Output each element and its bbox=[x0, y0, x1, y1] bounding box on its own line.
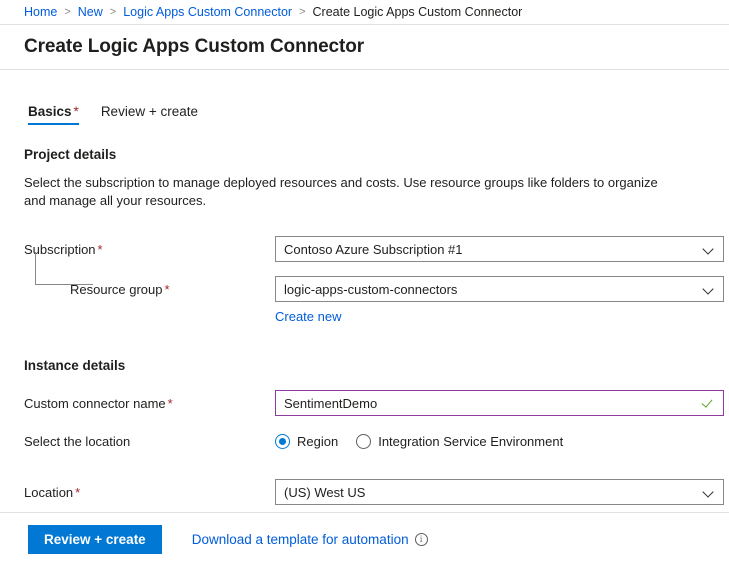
location-control: (US) West US bbox=[275, 479, 724, 505]
location-required-marker: * bbox=[75, 485, 80, 500]
resource-group-row: Resource group* logic-apps-custom-connec… bbox=[24, 276, 719, 302]
resource-group-control: logic-apps-custom-connectors bbox=[275, 276, 724, 302]
location-selected-value: (US) West US bbox=[284, 485, 697, 500]
breadcrumb-item-home[interactable]: Home bbox=[24, 5, 57, 19]
tab-list: Basics* Review + create bbox=[0, 98, 729, 125]
location-select[interactable]: (US) West US bbox=[275, 479, 724, 505]
radio-option-ise-label: Integration Service Environment bbox=[378, 434, 563, 449]
tab-basics[interactable]: Basics* bbox=[28, 104, 79, 125]
resource-group-label-text: Resource group bbox=[70, 282, 163, 297]
action-bar: Review + create Download a template for … bbox=[0, 512, 729, 565]
project-details-heading: Project details bbox=[24, 147, 719, 162]
radio-unselected-icon bbox=[356, 434, 371, 449]
valid-check-icon bbox=[702, 397, 715, 410]
subscription-select[interactable]: Contoso Azure Subscription #1 bbox=[275, 236, 724, 262]
chevron-down-icon bbox=[703, 486, 715, 498]
connector-name-control: SentimentDemo bbox=[275, 390, 724, 416]
page-title: Create Logic Apps Custom Connector bbox=[24, 36, 364, 58]
chevron-down-icon bbox=[703, 283, 715, 295]
project-details-description: Select the subscription to manage deploy… bbox=[24, 174, 679, 210]
create-new-resource-group-link[interactable]: Create new bbox=[275, 309, 341, 324]
download-template-label: Download a template for automation bbox=[192, 532, 409, 547]
download-template-link[interactable]: Download a template for automation i bbox=[192, 532, 428, 547]
radio-option-region[interactable]: Region bbox=[275, 434, 338, 449]
connector-name-required-marker: * bbox=[168, 396, 173, 411]
resource-group-required-marker: * bbox=[165, 282, 170, 297]
tab-basics-required-marker: * bbox=[74, 104, 79, 119]
location-type-row: Select the location Region Integration S… bbox=[24, 434, 719, 449]
create-new-control: Create new bbox=[275, 308, 724, 326]
connector-name-label: Custom connector name* bbox=[24, 396, 275, 411]
radio-selected-icon bbox=[275, 434, 290, 449]
resource-group-select[interactable]: logic-apps-custom-connectors bbox=[275, 276, 724, 302]
info-icon[interactable]: i bbox=[415, 533, 428, 546]
tab-basics-label: Basics bbox=[28, 104, 72, 119]
instance-details-heading: Instance details bbox=[24, 358, 719, 373]
location-label: Location* bbox=[24, 485, 275, 500]
tab-review-create[interactable]: Review + create bbox=[101, 104, 198, 125]
breadcrumb-item-current: Create Logic Apps Custom Connector bbox=[313, 5, 523, 19]
breadcrumb-separator-icon: > bbox=[64, 6, 70, 18]
breadcrumb-item-logic-apps-custom-connector[interactable]: Logic Apps Custom Connector bbox=[123, 5, 292, 19]
subscription-label-text: Subscription bbox=[24, 242, 96, 257]
subscription-label: Subscription* bbox=[24, 242, 275, 257]
review-create-button[interactable]: Review + create bbox=[28, 525, 162, 554]
connector-name-row: Custom connector name* SentimentDemo bbox=[24, 390, 719, 416]
title-bar: Create Logic Apps Custom Connector bbox=[0, 25, 729, 70]
subscription-control: Contoso Azure Subscription #1 bbox=[275, 236, 724, 262]
breadcrumb-separator-icon: > bbox=[299, 6, 305, 18]
connector-name-input[interactable]: SentimentDemo bbox=[275, 390, 724, 416]
breadcrumb-separator-icon: > bbox=[110, 6, 116, 18]
location-type-radio-group: Region Integration Service Environment bbox=[275, 434, 724, 449]
create-new-row: Create new bbox=[24, 308, 719, 326]
location-type-label: Select the location bbox=[24, 434, 275, 449]
radio-option-integration-service-environment[interactable]: Integration Service Environment bbox=[356, 434, 563, 449]
connector-name-value: SentimentDemo bbox=[284, 396, 696, 411]
tab-review-create-label: Review + create bbox=[101, 104, 198, 119]
location-label-text: Location bbox=[24, 485, 73, 500]
breadcrumb-item-new[interactable]: New bbox=[78, 5, 103, 19]
subscription-required-marker: * bbox=[98, 242, 103, 257]
resource-group-selected-value: logic-apps-custom-connectors bbox=[284, 282, 697, 297]
resource-group-label: Resource group* bbox=[24, 282, 275, 297]
form-content: Project details Select the subscription … bbox=[0, 147, 729, 505]
breadcrumb: Home > New > Logic Apps Custom Connector… bbox=[0, 0, 729, 25]
location-row: Location* (US) West US bbox=[24, 479, 719, 505]
subscription-row: Subscription* Contoso Azure Subscription… bbox=[24, 236, 719, 262]
connector-name-label-text: Custom connector name bbox=[24, 396, 166, 411]
location-type-control: Region Integration Service Environment bbox=[275, 434, 724, 449]
subscription-selected-value: Contoso Azure Subscription #1 bbox=[284, 242, 697, 257]
chevron-down-icon bbox=[703, 243, 715, 255]
radio-option-region-label: Region bbox=[297, 434, 338, 449]
